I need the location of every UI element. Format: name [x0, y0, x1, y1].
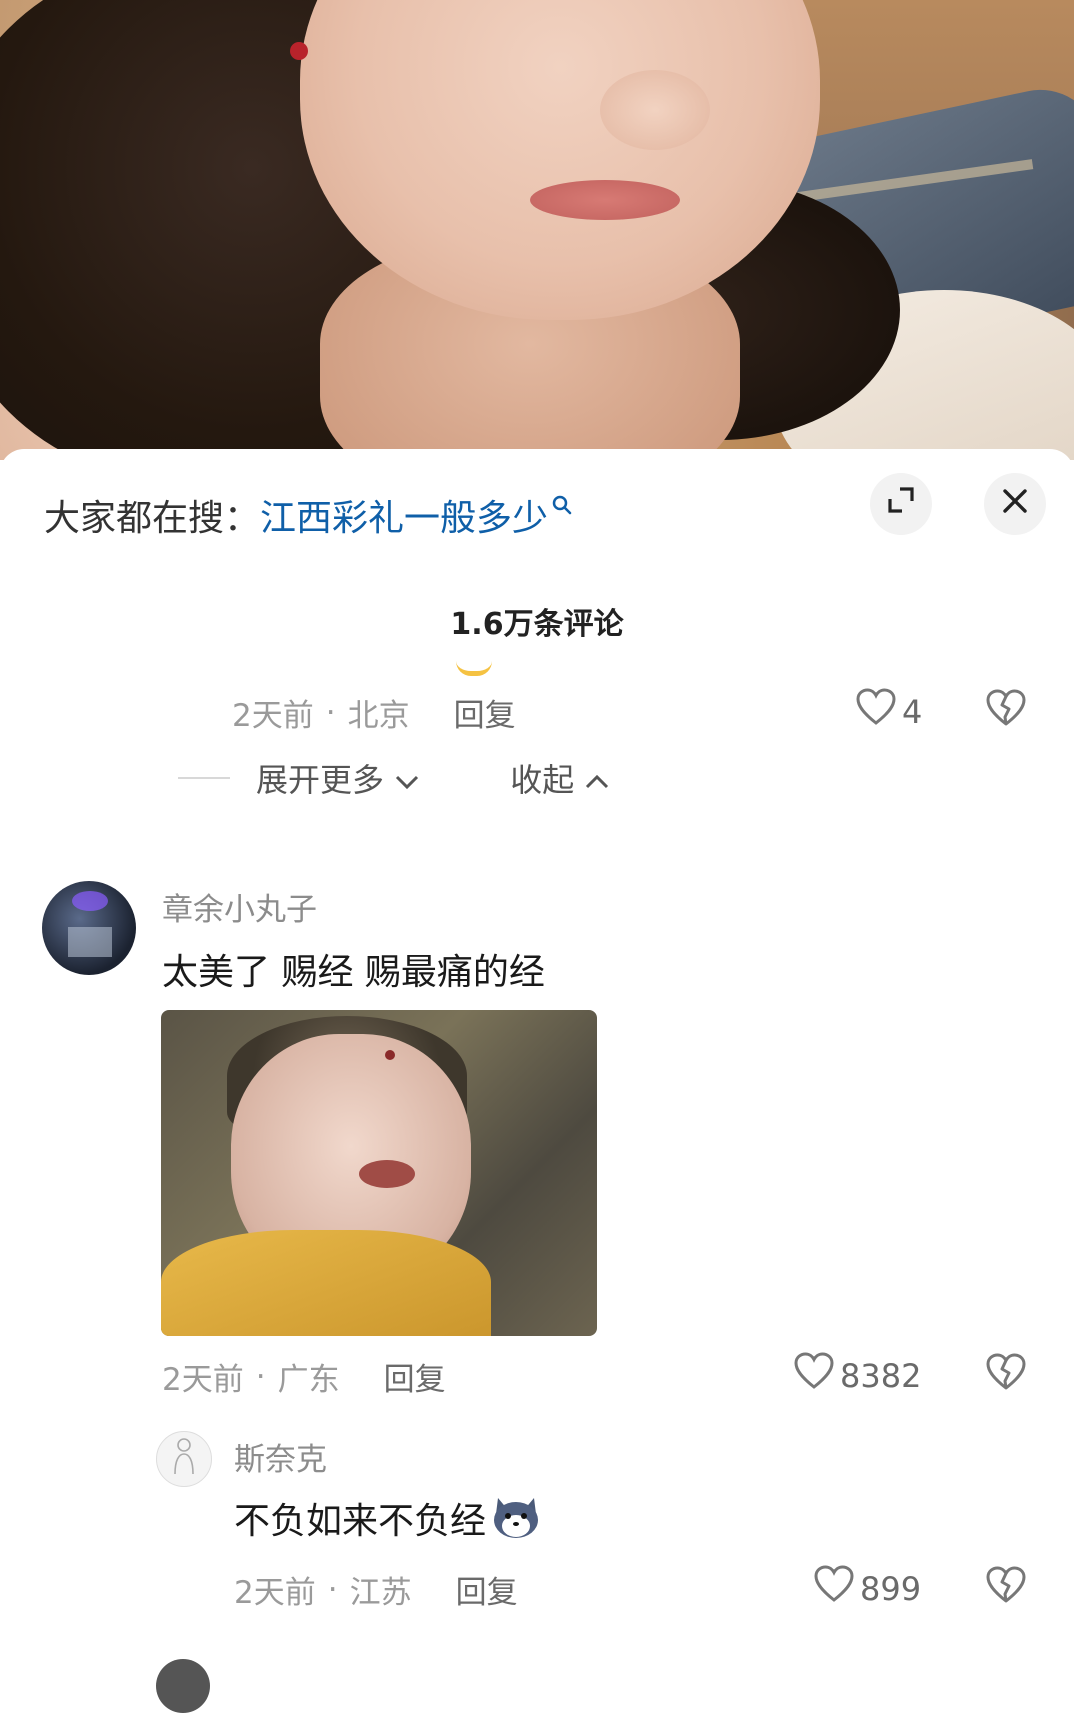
chevron-up-icon: [584, 761, 610, 799]
heart-icon: [794, 1351, 834, 1400]
reply-meta: 2天前 · 江苏 回复: [234, 1567, 518, 1612]
comment-image[interactable]: [161, 1010, 597, 1336]
expand-more-label: 展开更多: [256, 761, 385, 799]
expand-button[interactable]: [870, 473, 932, 535]
reply-avatar[interactable]: [156, 1431, 212, 1487]
trending-search-prefix: 大家都在搜：: [44, 498, 261, 539]
husky-emoji-icon: [490, 1494, 542, 1540]
comment-meta: 2天前 · 广东 回复: [162, 1354, 446, 1399]
thread-divider: [178, 777, 230, 779]
collapse-label: 收起: [510, 761, 575, 799]
reply-location: 江苏: [349, 1575, 412, 1611]
video-earring: [290, 42, 308, 60]
comments-count: 1.6万条评论: [450, 607, 624, 642]
sketch-figure-icon: [167, 1436, 201, 1483]
avatar-building: [68, 927, 112, 957]
collapse-button[interactable]: 收起: [510, 755, 610, 801]
close-icon: [1002, 487, 1028, 522]
avatar-glow: [72, 891, 108, 911]
reply-text-row: 不负如来不负经: [234, 1492, 542, 1546]
reply-like-count: 899: [860, 1569, 922, 1608]
avatar[interactable]: [42, 881, 136, 975]
comment-like-button[interactable]: 8382: [794, 1351, 921, 1400]
reply-username[interactable]: 斯奈克: [234, 1434, 327, 1479]
top-reply-meta: 2天前 · 北京 回复: [232, 690, 516, 735]
reply-time: 2天前: [234, 1575, 316, 1611]
top-reply-location: 北京: [347, 698, 410, 734]
broken-heart-icon: [986, 1353, 1026, 1400]
meta-separator: ·: [255, 1358, 266, 1395]
image-forehead-dot: [385, 1050, 395, 1060]
comment-reply-button[interactable]: 回复: [384, 1354, 446, 1399]
chevron-down-icon: [394, 761, 420, 799]
reply-text: 不负如来不负经: [234, 1501, 487, 1542]
comment-dislike-button[interactable]: [986, 1353, 1026, 1400]
top-reply-time: 2天前: [232, 698, 314, 734]
video-lips: [530, 180, 680, 220]
heart-icon: [814, 1564, 854, 1613]
broken-heart-icon: [986, 1566, 1026, 1613]
comment-username[interactable]: 章余小丸子: [162, 884, 317, 929]
top-reply-like-button[interactable]: 4: [856, 687, 922, 736]
image-robe: [161, 1230, 491, 1336]
top-reply-reply-button[interactable]: 回复: [454, 690, 516, 735]
meta-separator: ·: [327, 1571, 338, 1608]
comment-location: 广东: [277, 1362, 340, 1398]
comment-text: 太美了 赐经 赐最痛的经: [162, 952, 545, 993]
thread-controls: 展开更多 收起: [178, 755, 610, 801]
trending-search-keyword[interactable]: 江西彩礼一般多少: [260, 489, 548, 541]
expand-more-button[interactable]: 展开更多: [256, 755, 420, 801]
comments-panel: 大家都在搜： 江西彩礼一般多少 1.6万条评论 2天前 · 北京 回复 4 展开…: [0, 449, 1074, 1713]
broken-heart-icon: [986, 689, 1026, 736]
video-nose: [600, 70, 710, 150]
pull-indicator: [456, 661, 492, 676]
reply-dislike-button[interactable]: [986, 1566, 1026, 1613]
close-button[interactable]: [984, 473, 1046, 535]
next-reply-avatar[interactable]: [156, 1659, 210, 1713]
top-reply-dislike-button[interactable]: [986, 689, 1026, 736]
heart-icon: [856, 687, 896, 736]
image-mouth: [359, 1160, 415, 1188]
expand-icon: [886, 485, 916, 523]
comment-time: 2天前: [162, 1362, 244, 1398]
top-reply-like-count: 4: [902, 692, 923, 731]
video-frame[interactable]: [0, 0, 1074, 460]
reply-like-button[interactable]: 899: [814, 1564, 921, 1613]
meta-separator: ·: [325, 694, 336, 731]
comment-like-count: 8382: [840, 1356, 922, 1395]
trending-search[interactable]: 大家都在搜： 江西彩礼一般多少: [44, 485, 572, 545]
search-icon[interactable]: [552, 492, 572, 522]
reply-reply-button[interactable]: 回复: [456, 1567, 518, 1612]
